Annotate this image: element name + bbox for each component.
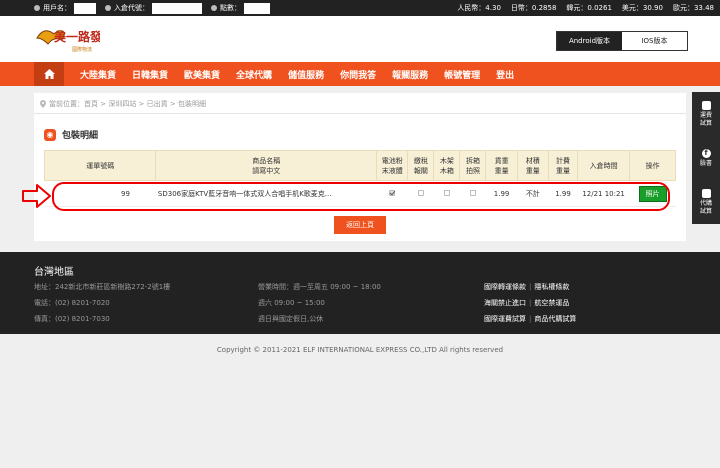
th-weight-text: 貨重 重量 [494,156,509,175]
link-shipping-calc[interactable]: 國際運費試算 [484,315,526,323]
facebook-icon: f [701,148,711,158]
platform-switch: Android版本 IOS版本 [556,31,688,51]
th-volume-weight-text: 材積 重量 [525,156,540,175]
th-in-time: 入倉時間 [577,150,631,181]
ios-version-button[interactable]: IOS版本 [622,32,687,50]
sidebar-shipping-calc[interactable]: 運費 試算 [692,92,720,136]
rate-krw: 韓元：0.0261 [566,4,612,12]
link-separator: | [529,283,532,291]
link-privacy[interactable]: 隱私權條款 [534,283,569,291]
logo-sub: 國際物流 [72,46,92,53]
copyright: Copyright © 2011-2021 ELF INTERNATIONAL … [216,346,504,354]
top-bar: 用戶名： 入倉代號： 點數： 人民幣：4.30 日幣：0.2858 韓元：0.0… [0,0,720,16]
nav-customs[interactable]: 報關服務 [392,68,428,81]
link-customs-banned[interactable]: 海關禁止進口 [484,299,526,307]
footer-hours-weekday: 營業時間：週一至周五 09:00 ~ 18:00 [258,283,381,291]
nav-japan-korea-consolidation[interactable]: 日韓集貨 [132,68,168,81]
header: 美一路發 國際物流 Android版本 IOS版本 [0,16,720,62]
points-value [244,2,270,14]
sidebar-shipping-calc-label: 運費 試算 [699,111,712,127]
location-pin-icon [40,100,46,108]
annotation-highlight [52,182,670,211]
nav-faq[interactable]: 你問我答 [340,68,376,81]
th-wooden-crate-text: 木架 木箱 [439,156,454,175]
section-title: ◉ 包裝明細 [44,128,98,141]
footer-links: 國際轉運條款 | 隱私權條款 海關禁止進口 | 航空禁運品 國際運費試算 | 商品代購試算 [484,279,576,327]
package-icon: ◉ [44,128,56,141]
android-version-button[interactable]: Android版本 [557,32,622,50]
link-air-banned[interactable]: 航空禁運品 [534,299,569,307]
nav-top-up[interactable]: 儲值服務 [288,68,324,81]
annotation-arrow [22,184,51,208]
warehouse-label: 入倉代號： [114,4,149,12]
th-product-name-text: 商品名稱 請寫中文 [252,156,281,175]
exchange-rates: 人民幣：4.30 日幣：0.2858 韓元：0.0261 美元：30.90 歐元… [457,0,714,16]
th-tax: 繳稅 報關 [407,150,435,181]
nav-logout[interactable]: 登出 [496,68,514,81]
sidebar-facebook[interactable]: f 臉書 [692,136,720,180]
rate-rmb: 人民幣：4.30 [457,4,501,12]
nav-euro-us-consolidation[interactable]: 歐美集貨 [184,68,220,81]
breadcrumb: 當前位置：首頁 > 深圳四站 > 已出貨 > 包裝明細 [40,99,206,109]
user-icon [34,5,40,11]
link-separator: | [529,299,532,307]
rate-eur: 歐元：33.48 [672,4,714,12]
sidebar-purchase-calc-label: 代購 試算 [699,199,712,215]
th-weight: 貨重 重量 [485,150,518,181]
nav-china-consolidation[interactable]: 大陸集貨 [80,68,116,81]
table-header-row: 運單號碼 商品名稱 請寫中文 電池粉 末液體 繳稅 報關 木架 木箱 拆箱 拍照… [43,150,676,181]
footer-contact: 地址：242新北市新莊區新樹路272-2號1樓 電話：(02) 8201-702… [34,279,170,327]
th-wooden-crate: 木架 木箱 [433,150,461,181]
nav-global-purchase[interactable]: 全球代購 [236,68,272,81]
footer: 台灣地區 地址：242新北市新莊區新樹路272-2號1樓 電話：(02) 820… [0,252,720,334]
footer-hours-sunday: 週日與國定假日,公休 [258,315,324,323]
footer-fax: 傳真：(02) 8201-7030 [34,315,110,323]
user-label: 用戶名： [43,4,71,12]
main-nav: 大陸集貨 日韓集貨 歐美集貨 全球代購 儲值服務 你問我答 報關服務 帳號管理 … [0,62,720,86]
divider [34,113,686,114]
th-unbox-photo-text: 拆箱 拍照 [465,156,480,175]
logo-text: 美一路發 [54,29,100,44]
th-product-name: 商品名稱 請寫中文 [155,150,378,181]
th-volume-weight: 材積 重量 [516,150,549,181]
right-sidebar: 運費 試算 f 臉書 代購 試算 [692,92,720,224]
th-tax-text: 繳稅 報關 [413,156,428,175]
username-value [74,2,96,14]
link-transship-terms[interactable]: 國際轉運條款 [484,283,526,291]
rate-usd: 美元：30.90 [621,4,663,12]
main-content: 當前位置：首頁 > 深圳四站 > 已出貨 > 包裝明細 ◉ 包裝明細 運單號碼 … [34,93,686,241]
th-battery: 電池粉 末液體 [376,150,409,181]
home-icon [43,69,55,79]
link-separator: | [529,315,532,323]
cart-icon [701,188,711,198]
footer-phone: 電話：(02) 8201-7020 [34,299,110,307]
th-charge-weight-text: 計費 重量 [556,156,570,175]
link-purchase-calc[interactable]: 商品代購試算 [534,315,576,323]
footer-address: 地址：242新北市新莊區新樹路272-2號1樓 [34,283,171,291]
footer-region: 台灣地區 [34,267,74,278]
rate-jpy: 日幣：0.2858 [510,4,557,12]
th-action: 操作 [629,150,676,181]
breadcrumb-text[interactable]: 當前位置：首頁 > 深圳四站 > 已出貨 > 包裝明細 [49,99,206,109]
th-tracking: 運單號碼 [43,150,157,181]
calculator-icon [701,100,711,110]
footer-hours: 營業時間：週一至周五 09:00 ~ 18:00 週六 09:00 ~ 15:0… [258,279,381,327]
warehouse-code-value [152,2,202,14]
logo[interactable]: 美一路發 國際物流 [34,24,100,54]
sidebar-purchase-calc[interactable]: 代購 試算 [692,180,720,224]
points-label: 點數： [220,4,241,12]
th-charge-weight: 計費 重量 [547,150,579,181]
tag-icon [105,5,111,11]
th-unbox-photo: 拆箱 拍照 [459,150,487,181]
section-title-text: 包裝明細 [62,131,99,141]
sidebar-facebook-label: 臉書 [699,159,712,167]
back-button[interactable]: 返回上頁 [334,216,386,234]
home-button[interactable] [34,62,64,86]
points-icon [211,5,217,11]
footer-hours-saturday: 週六 09:00 ~ 15:00 [258,299,325,307]
nav-account[interactable]: 帳號管理 [444,68,480,81]
th-battery-text: 電池粉 末液體 [381,156,403,175]
